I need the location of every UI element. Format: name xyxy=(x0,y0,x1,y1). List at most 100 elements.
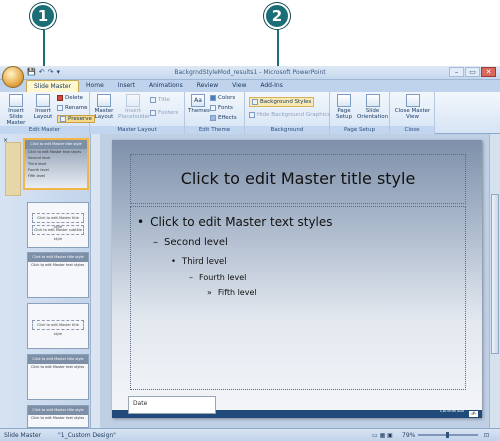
thumbnail-comparison-layout[interactable]: Click to edit Master title style Click t… xyxy=(27,405,89,428)
thumbnail-two-content-layout[interactable]: Click to edit Master title style Click t… xyxy=(27,354,89,400)
group-label-background: Background xyxy=(245,126,329,134)
colors-icon xyxy=(210,95,216,101)
level-text: Click to edit Master text styles xyxy=(150,215,333,229)
thumb-title: Click to edit Master title style xyxy=(32,213,84,229)
group-background: Background Styles Hide Background Graphi… xyxy=(245,92,330,134)
fit-to-window-icon[interactable]: ⊡ xyxy=(484,432,489,439)
level-text: Second level xyxy=(164,237,228,248)
checkbox-icon xyxy=(249,112,255,118)
title-placeholder[interactable]: Click to edit Master title style xyxy=(130,154,466,204)
level-3: • Third level xyxy=(171,257,227,267)
footers-checkbox[interactable]: Footers xyxy=(150,110,178,116)
group-label-page-setup: Page Setup xyxy=(330,126,389,134)
thumbnail-section-layout[interactable]: Click to edit Master title style xyxy=(27,303,89,349)
status-bar: Slide Master "1_Custom Design" ▭ ▦ ▣ 79%… xyxy=(0,428,500,441)
slide-master-icon xyxy=(9,94,23,107)
scroll-thumb[interactable] xyxy=(491,194,499,354)
footer-placeholder[interactable]: Confidential xyxy=(440,408,464,413)
tab-add-ins[interactable]: Add-Ins xyxy=(253,80,289,92)
group-label-edit-master: Edit Master xyxy=(0,126,89,134)
zoom-slider-thumb[interactable] xyxy=(446,432,449,438)
minimize-button[interactable]: – xyxy=(449,67,464,77)
delete-button[interactable]: Delete xyxy=(57,95,83,101)
effects-icon xyxy=(210,115,216,121)
zoom-level[interactable]: 79% xyxy=(402,432,415,439)
callout-2: 2 xyxy=(264,3,290,29)
thumbnail-content-layout[interactable]: Click to edit Master title style Click t… xyxy=(27,252,89,298)
group-edit-theme: Aa Themes Colors Fonts Effects Edit Theme xyxy=(185,92,245,134)
level-text: Third level xyxy=(182,257,227,267)
thumbnail-slide-master[interactable]: Click to edit Master title style Click t… xyxy=(23,138,89,190)
level-text: Fifth level xyxy=(217,288,257,297)
thumb-text: Click to edit Master text styles xyxy=(31,416,85,420)
callout-1: 1 xyxy=(30,3,56,29)
pane-splitter[interactable] xyxy=(90,134,100,428)
insert-layout-button[interactable]: Insert Layout xyxy=(32,94,54,120)
close-master-view-button[interactable]: Close Master View xyxy=(394,94,431,120)
vertical-scrollbar[interactable] xyxy=(489,134,500,428)
thumb-title: Click to edit Master title style xyxy=(28,253,88,262)
group-label-edit-theme: Edit Theme xyxy=(185,126,244,134)
tab-view[interactable]: View xyxy=(225,80,253,92)
level-1: • Click to edit Master text styles xyxy=(137,215,333,229)
delete-icon xyxy=(57,95,63,101)
selected-master-marker xyxy=(5,142,21,196)
master-title-text: Click to edit Master title style xyxy=(180,169,416,188)
thumb-text: Click to edit Master subtitle style xyxy=(32,225,84,241)
thumb-text: Fifth level xyxy=(28,174,45,178)
group-label-master-layout: Master Layout xyxy=(90,126,184,134)
master-slide[interactable]: Click to edit Master title style • Click … xyxy=(112,140,482,418)
hide-background-graphics-checkbox[interactable]: Hide Background Graphics xyxy=(249,112,330,118)
master-layout-button[interactable]: Master Layout xyxy=(93,94,115,120)
thumb-text: Click to edit Master text styles xyxy=(31,263,85,267)
level-4: – Fourth level xyxy=(189,273,246,282)
window-controls: – ▭ ✕ xyxy=(449,67,496,77)
fonts-button[interactable]: Fonts xyxy=(210,105,233,111)
fonts-icon xyxy=(210,105,216,111)
insert-slide-master-button[interactable]: Insert Slide Master xyxy=(2,94,30,126)
rename-button[interactable]: Rename xyxy=(57,105,88,111)
background-styles-button[interactable]: Background Styles xyxy=(249,97,315,107)
rename-icon xyxy=(57,105,63,111)
orientation-icon xyxy=(365,94,380,107)
title-checkbox[interactable]: Title xyxy=(150,97,170,103)
thumbnail-title-layout[interactable]: Click to edit Master title style Click t… xyxy=(27,202,89,248)
body-placeholder[interactable]: • Click to edit Master text styles – Secon… xyxy=(130,206,466,390)
slide-orientation-button[interactable]: Slide Orientation xyxy=(357,94,388,120)
maximize-button[interactable]: ▭ xyxy=(465,67,480,77)
page-setup-icon xyxy=(337,94,351,107)
slide-number-placeholder[interactable]: ‹#› xyxy=(469,411,478,417)
tab-slide-master[interactable]: Slide Master xyxy=(26,80,80,92)
placeholder-icon xyxy=(126,94,140,107)
master-layout-icon xyxy=(97,94,111,107)
themes-button[interactable]: Aa Themes xyxy=(188,94,210,114)
insert-placeholder-button[interactable]: Insert Placeholder xyxy=(118,94,150,120)
close-icon xyxy=(405,94,420,107)
zoom-slider[interactable] xyxy=(418,432,478,438)
theme-status: "1_Custom Design" xyxy=(58,432,116,439)
window-title: BackgrndStyleMod_results1 - Microsoft Po… xyxy=(174,69,326,76)
tab-review[interactable]: Review xyxy=(190,80,225,92)
bullet: – xyxy=(153,237,158,248)
pin-icon xyxy=(60,116,66,122)
view-buttons[interactable]: ▭ ▦ ▣ xyxy=(372,432,393,439)
date-placeholder[interactable]: Date xyxy=(128,396,216,414)
tab-insert[interactable]: Insert xyxy=(111,80,142,92)
layout-icon xyxy=(36,94,50,107)
group-edit-master: Insert Slide Master Insert Layout Delete… xyxy=(0,92,95,134)
effects-button[interactable]: Effects xyxy=(210,115,237,121)
bullet: • xyxy=(171,257,177,267)
page-setup-button[interactable]: Page Setup xyxy=(333,94,355,120)
tab-animations[interactable]: Animations xyxy=(142,80,190,92)
thumb-title: Click to edit Master title style xyxy=(28,355,88,364)
colors-button[interactable]: Colors xyxy=(210,95,235,101)
group-close: Close Master View Close xyxy=(390,92,435,134)
thumb-title: Click to edit Master title style xyxy=(25,140,87,149)
background-styles-icon xyxy=(252,99,258,105)
thumb-text: Click to edit Master title style xyxy=(32,320,84,336)
bullet: • xyxy=(137,215,145,229)
tab-home[interactable]: Home xyxy=(79,80,111,92)
close-window-button[interactable]: ✕ xyxy=(481,67,496,77)
office-button[interactable] xyxy=(2,66,24,88)
view-status: Slide Master xyxy=(4,432,42,439)
